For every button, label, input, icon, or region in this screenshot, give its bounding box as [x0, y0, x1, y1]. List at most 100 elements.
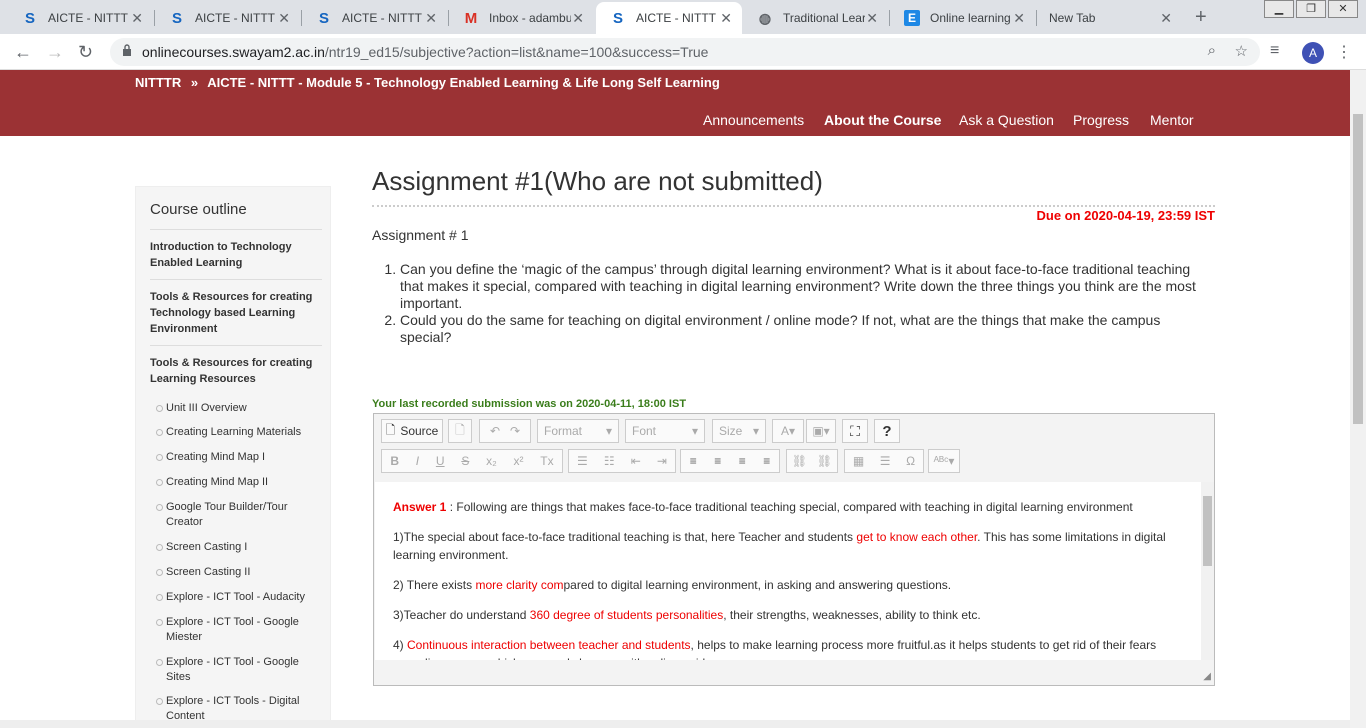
sidebar-unit[interactable]: Tools & Resources for creating Learning … [150, 355, 315, 387]
avatar[interactable]: A [1302, 42, 1324, 64]
underline-icon[interactable]: U [436, 454, 445, 468]
subscript-icon[interactable]: x₂ [486, 454, 497, 468]
special-char-icon[interactable]: Ω [906, 454, 915, 468]
close-icon[interactable]: ✕ [278, 10, 290, 27]
remove-format-icon[interactable]: Tx [540, 454, 553, 468]
page-title: Assignment #1(Who are not submitted) [372, 166, 823, 196]
sidebar-lesson[interactable]: Explore - ICT Tool - Google Miester [156, 615, 316, 645]
align-group: ≡ ≡ ≡ ≡ [680, 449, 780, 473]
browser-tab[interactable]: S AICTE - NITTT - ✕ [302, 2, 447, 34]
url-field[interactable]: onlinecourses.swayam2.ac.in/ntr19_ed15/s… [110, 38, 1260, 66]
divider [150, 345, 322, 346]
align-left-icon[interactable]: ≡ [690, 454, 697, 468]
close-icon[interactable]: ✕ [425, 10, 437, 27]
redo-icon[interactable]: ↷ [510, 424, 520, 438]
text-color-icon[interactable]: A▾ [772, 419, 804, 443]
size-select[interactable]: Size ▾ [712, 419, 766, 443]
browser-tab[interactable]: New Tab ✕ [1037, 2, 1182, 34]
bullet-list-icon[interactable]: ☷ [604, 454, 615, 468]
align-right-icon[interactable]: ≡ [739, 454, 746, 468]
bg-color-icon[interactable]: ▣▾ [806, 419, 836, 443]
close-icon[interactable]: ✕ [720, 10, 732, 27]
close-icon[interactable]: ✕ [131, 10, 143, 27]
zoom-icon[interactable]: ⌕ [1208, 42, 1216, 59]
tab-label: AICTE - NITTT - [342, 11, 424, 25]
browser-tab[interactable]: M Inbox - adambur ✕ [449, 2, 594, 34]
close-window-icon[interactable]: ✕ [1328, 0, 1358, 18]
editor-content[interactable]: Answer 1 : Following are things that mak… [375, 482, 1201, 660]
nav-mentor[interactable]: Mentor [1150, 112, 1194, 128]
close-icon[interactable]: ✕ [866, 10, 878, 27]
outdent-icon[interactable]: ⇤ [631, 454, 641, 468]
superscript-icon[interactable]: x² [514, 454, 524, 468]
scrollbar-thumb[interactable] [1203, 496, 1212, 566]
sidebar-lesson[interactable]: Unit III Overview [156, 401, 316, 416]
circle-icon [156, 454, 163, 461]
nav-announcements[interactable]: Announcements [703, 112, 804, 128]
sidebar-lesson[interactable]: Google Tour Builder/Tour Creator [156, 500, 316, 530]
sidebar-lesson[interactable]: Explore - ICT Tool - Audacity [156, 590, 316, 605]
close-icon[interactable]: ✕ [572, 10, 584, 27]
swayam-icon: S [24, 9, 35, 27]
browser-tab[interactable]: E Online learning v ✕ [890, 2, 1035, 34]
minimize-icon[interactable]: ▁ [1264, 0, 1294, 18]
browser-tab-active[interactable]: S AICTE - NITTT - ✕ [596, 2, 742, 34]
browser-tab[interactable]: S AICTE - NITTT - ✕ [155, 2, 300, 34]
maximize-icon[interactable]: ⛶ [842, 419, 868, 443]
restore-icon[interactable]: ❐ [1296, 0, 1326, 18]
font-select[interactable]: Font ▾ [625, 419, 705, 443]
circle-icon [156, 479, 163, 486]
sidebar-unit[interactable]: Introduction to Technology Enabled Learn… [150, 239, 315, 271]
sidebar-lesson[interactable]: Screen Casting I [156, 540, 316, 555]
nav-progress[interactable]: Progress [1073, 112, 1129, 128]
resize-handle-icon[interactable]: ◢ [1203, 671, 1211, 682]
sidebar-lesson[interactable]: Creating Mind Map I [156, 450, 316, 465]
strike-icon[interactable]: S [461, 454, 469, 468]
chevron-down-icon: ▾ [752, 424, 759, 438]
undo-icon[interactable]: ↶ [490, 424, 500, 438]
lock-icon [123, 44, 131, 56]
browser-tab[interactable]: ◍ Traditional Learn ✕ [743, 2, 888, 34]
bold-icon[interactable]: B [390, 454, 399, 468]
indent-icon[interactable]: ⇥ [657, 454, 667, 468]
new-tab-icon[interactable]: + [1195, 6, 1207, 29]
spellcheck-icon[interactable]: ᴬᴮᶜ▾ [928, 449, 960, 473]
italic-icon[interactable]: I [416, 454, 419, 468]
templates-icon[interactable]: 🗋 [448, 419, 472, 443]
close-icon[interactable]: ✕ [1013, 10, 1025, 27]
sidebar-lesson[interactable]: Creating Learning Materials [156, 425, 316, 440]
link-icon[interactable]: ⛓ [792, 454, 807, 468]
align-center-icon[interactable]: ≡ [714, 454, 721, 468]
close-icon[interactable]: ✕ [1160, 10, 1172, 27]
breadcrumb-root[interactable]: NITTTR [135, 75, 181, 90]
divider [150, 279, 322, 280]
menu-icon[interactable]: ⋮ [1336, 42, 1352, 62]
sidebar-lesson[interactable]: Creating Mind Map II [156, 475, 316, 490]
justify-icon[interactable]: ≡ [763, 454, 770, 468]
numbered-list-icon[interactable]: ☰ [577, 454, 588, 468]
help-icon[interactable]: ? [874, 419, 900, 443]
sidebar-lesson[interactable]: Screen Casting II [156, 565, 316, 580]
address-bar: ← → ↻ onlinecourses.swayam2.ac.in/ntr19_… [0, 34, 1366, 70]
link-group: ⛓ ⛓ [786, 449, 838, 473]
forward-icon[interactable]: → [46, 42, 64, 63]
breadcrumb-course[interactable]: AICTE - NITTT - Module 5 - Technology En… [207, 75, 720, 90]
nav-about-the-course[interactable]: About the Course [824, 112, 941, 128]
table-icon[interactable]: ▦ [853, 454, 864, 468]
sidebar-unit[interactable]: Tools & Resources for creating Technolog… [150, 289, 315, 337]
sidebar-lesson[interactable]: Explore - ICT Tool - Google Sites [156, 655, 316, 685]
reload-icon[interactable]: ↻ [78, 42, 93, 63]
source-button[interactable]: 🗋 Source [381, 419, 443, 443]
horizontal-rule-icon[interactable]: ☰ [880, 454, 891, 468]
browser-tab[interactable]: S AICTE - NITTT - ✕ [8, 2, 153, 34]
horizontal-scrollbar[interactable] [0, 720, 1350, 728]
nav-ask-a-question[interactable]: Ask a Question [959, 112, 1054, 128]
page-scrollbar[interactable] [1350, 70, 1366, 728]
editor-scrollbar[interactable] [1201, 482, 1214, 660]
back-icon[interactable]: ← [14, 42, 32, 63]
media-control-icon[interactable]: ≡ [1270, 42, 1279, 60]
scrollbar-thumb[interactable] [1353, 114, 1363, 424]
star-icon[interactable]: ☆ [1235, 42, 1248, 60]
format-select[interactable]: Format ▾ [537, 419, 619, 443]
unlink-icon[interactable]: ⛓ [817, 454, 832, 468]
